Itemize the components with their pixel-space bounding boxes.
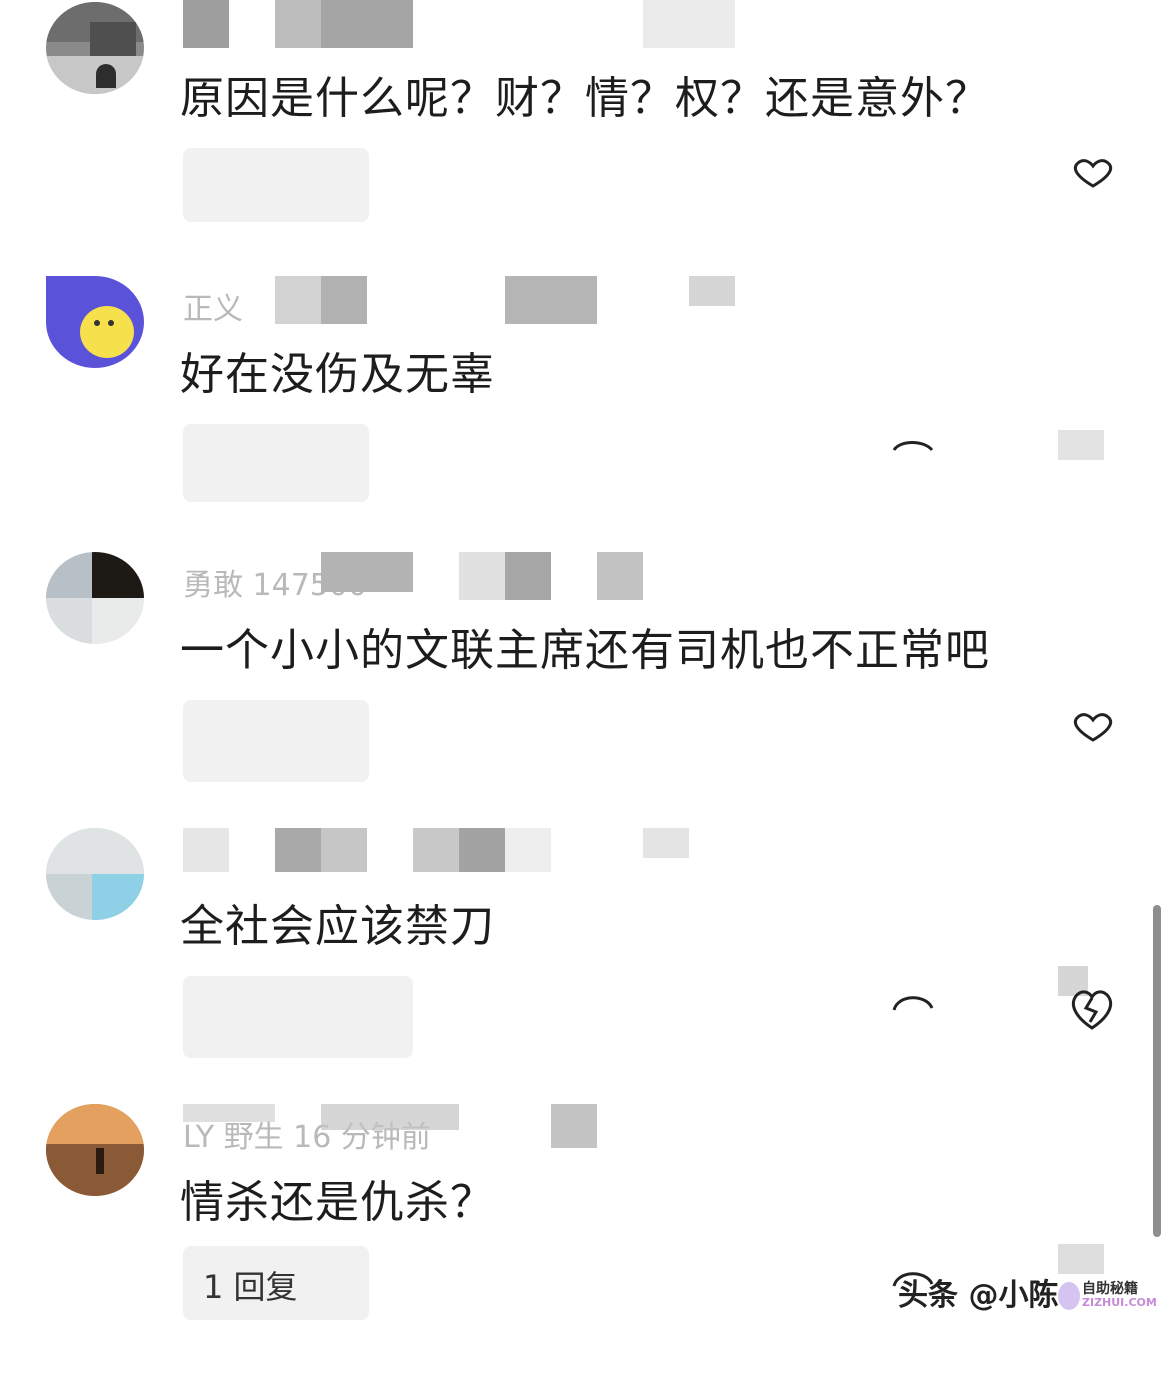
- heart-icon[interactable]: [1068, 158, 1118, 188]
- username[interactable]: 正义: [183, 284, 243, 328]
- avatar[interactable]: [46, 2, 144, 94]
- comment-meta: LY 野生 16 分钟前: [183, 1104, 743, 1155]
- comment-meta: 正义: [183, 276, 743, 327]
- watermark-logo: 自助秘籍 ZIZHUI.COM: [1058, 1278, 1157, 1314]
- broken-heart-icon[interactable]: [1066, 986, 1118, 1032]
- comment-meta: 勇敢 147500: [183, 552, 743, 603]
- comment-text: 情杀还是仇杀？: [180, 1177, 495, 1228]
- logo-line2: ZIZHUI.COM: [1082, 1296, 1157, 1309]
- comment-meta: [183, 828, 743, 876]
- reply-count-button[interactable]: 1 回复: [183, 1246, 369, 1320]
- comment-text: 好在没伤及无辜: [180, 349, 495, 400]
- avatar[interactable]: [46, 552, 144, 644]
- reply-count-button[interactable]: [183, 424, 369, 502]
- watermark: 头条 @小陈: [898, 1278, 1059, 1313]
- logo-line1: 自助秘籍: [1082, 1281, 1138, 1297]
- comment-item: 正义 好在没伤及无辜: [0, 276, 1169, 552]
- reply-count-button[interactable]: [183, 976, 413, 1058]
- comment-meta: [183, 0, 743, 48]
- comment-icon[interactable]: [890, 436, 936, 456]
- avatar[interactable]: [46, 828, 144, 920]
- like-area[interactable]: [1058, 430, 1104, 460]
- comment-text: 一个小小的文联主席还有司机也不正常吧: [180, 625, 990, 676]
- heart-icon[interactable]: [1068, 712, 1118, 742]
- comment-text: 全社会应该禁刀: [180, 901, 495, 952]
- reply-count-button[interactable]: [183, 148, 369, 222]
- reply-count-label: 1 回复: [203, 1268, 298, 1306]
- comment-text: 原因是什么呢？财？情？权？还是意外？: [180, 73, 990, 124]
- comment-icon[interactable]: [890, 990, 936, 1014]
- avatar[interactable]: [46, 1104, 144, 1196]
- scrollbar[interactable]: [1153, 905, 1161, 1237]
- logo-icon: [1058, 1282, 1080, 1310]
- comment-item: 全社会应该禁刀: [0, 828, 1169, 1104]
- comment-item: 勇敢 147500 一个小小的文联主席还有司机也不正常吧: [0, 552, 1169, 828]
- like-area[interactable]: [1058, 1244, 1104, 1274]
- comment-item: 原因是什么呢？财？情？权？还是意外？: [0, 0, 1169, 276]
- comment-item: LY 野生 16 分钟前 情杀还是仇杀？ 1 回复: [0, 1104, 1169, 1380]
- avatar[interactable]: [46, 276, 144, 368]
- reply-count-button[interactable]: [183, 700, 369, 782]
